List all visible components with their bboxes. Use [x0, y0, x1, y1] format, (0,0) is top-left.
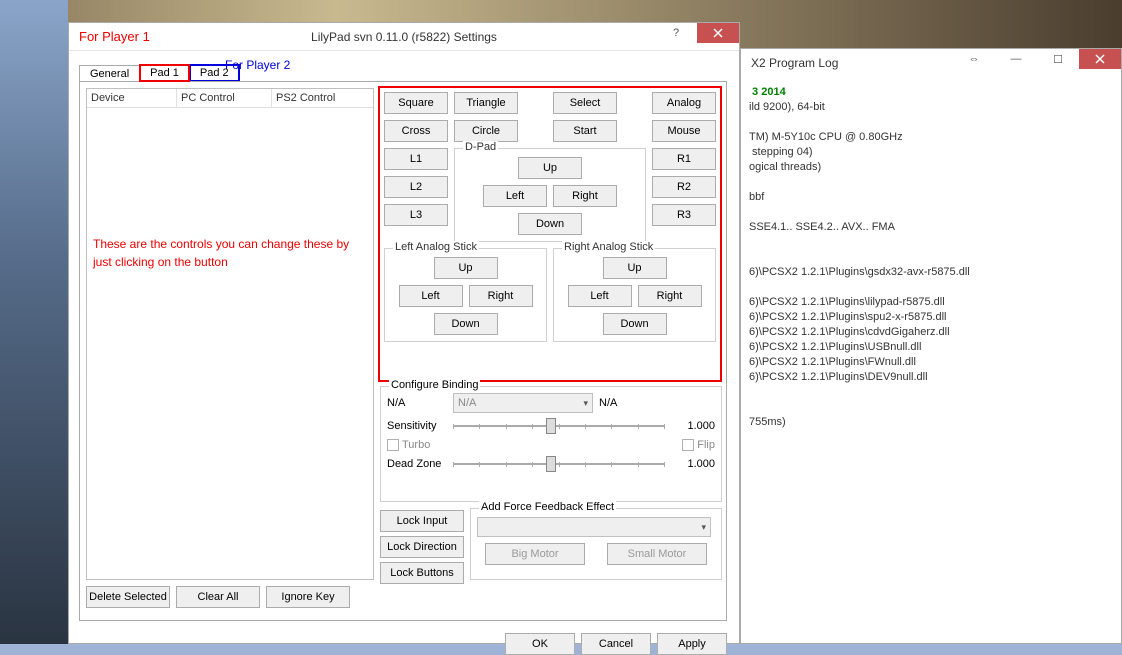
- program-log-window: X2 Program Log ⇔ — ☐ 3 2014 ild 9200), 6…: [740, 48, 1122, 644]
- lstick-left-button[interactable]: Left: [399, 285, 463, 307]
- rstick-up-button[interactable]: Up: [603, 257, 667, 279]
- ok-button[interactable]: OK: [505, 633, 575, 655]
- analog-button[interactable]: Analog: [652, 92, 716, 114]
- dpad-group: D-Pad Up Left Right Down: [454, 148, 646, 242]
- tab-pad2[interactable]: Pad 2: [189, 64, 240, 82]
- triangle-button[interactable]: Triangle: [454, 92, 518, 114]
- force-feedback-group: Add Force Feedback Effect ▾ Big Motor Sm…: [470, 508, 722, 580]
- log-date: 3 2014: [749, 86, 786, 98]
- controls-panel: Square Triangle Select Analog Cross Circ…: [378, 86, 722, 382]
- lock-input-button[interactable]: Lock Input: [380, 510, 464, 532]
- start-button[interactable]: Start: [553, 120, 617, 142]
- lstick-up-button[interactable]: Up: [434, 257, 498, 279]
- close-icon[interactable]: [1079, 49, 1121, 69]
- flip-label: Flip: [697, 439, 715, 451]
- col-device[interactable]: Device: [87, 89, 177, 107]
- apply-button[interactable]: Apply: [657, 633, 727, 655]
- circle-button[interactable]: Circle: [454, 120, 518, 142]
- configure-binding-group: Configure Binding N/A N/A ▾ N/A Sensitiv…: [380, 386, 722, 502]
- turbo-checkbox[interactable]: Turbo: [387, 439, 430, 451]
- log-body[interactable]: 3 2014 ild 9200), 64-bit TM) M-5Y10c CPU…: [741, 77, 1121, 438]
- deadzone-slider[interactable]: [453, 455, 665, 473]
- settings-title: LilyPad svn 0.11.0 (r5822) Settings: [311, 30, 497, 44]
- right-stick-label: Right Analog Stick: [562, 241, 655, 253]
- rstick-down-button[interactable]: Down: [603, 313, 667, 335]
- minimize-icon[interactable]: —: [995, 49, 1037, 69]
- dpad-up-button[interactable]: Up: [518, 157, 582, 179]
- configure-binding-label: Configure Binding: [389, 379, 480, 391]
- flip-checkbox[interactable]: Flip: [682, 439, 715, 451]
- clear-all-button[interactable]: Clear All: [176, 586, 260, 608]
- deadzone-value: 1.000: [671, 458, 715, 470]
- cancel-button[interactable]: Cancel: [581, 633, 651, 655]
- settings-window: LilyPad svn 0.11.0 (r5822) Settings ? Fo…: [68, 22, 740, 644]
- rstick-left-button[interactable]: Left: [568, 285, 632, 307]
- square-button[interactable]: Square: [384, 92, 448, 114]
- cross-button[interactable]: Cross: [384, 120, 448, 142]
- turbo-label: Turbo: [402, 439, 430, 451]
- select-button[interactable]: Select: [553, 92, 617, 114]
- lock-direction-button[interactable]: Lock Direction: [380, 536, 464, 558]
- r2-button[interactable]: R2: [652, 176, 716, 198]
- dpad-right-button[interactable]: Right: [553, 185, 617, 207]
- close-icon[interactable]: [697, 23, 739, 43]
- dpad-down-button[interactable]: Down: [518, 213, 582, 235]
- tab-pad1[interactable]: Pad 1: [139, 64, 190, 82]
- lock-buttons-button[interactable]: Lock Buttons: [380, 562, 464, 584]
- small-motor-button[interactable]: Small Motor: [607, 543, 707, 565]
- right-stick-group: Right Analog Stick Up Left Right Down: [553, 248, 716, 342]
- lstick-right-button[interactable]: Right: [469, 285, 533, 307]
- col-pc-control[interactable]: PC Control: [177, 89, 272, 107]
- log-titlebar[interactable]: X2 Program Log ⇔ — ☐: [741, 49, 1121, 77]
- chevron-down-icon: ▾: [583, 398, 588, 409]
- left-stick-group: Left Analog Stick Up Left Right Down: [384, 248, 547, 342]
- bindings-list[interactable]: Device PC Control PS2 Control: [86, 88, 374, 580]
- l1-button[interactable]: L1: [384, 148, 448, 170]
- dpad-label: D-Pad: [463, 141, 498, 153]
- col-ps2-control[interactable]: PS2 Control: [272, 89, 373, 107]
- cfg-na-right: N/A: [599, 397, 617, 409]
- help-icon[interactable]: ?: [655, 23, 697, 43]
- lstick-down-button[interactable]: Down: [434, 313, 498, 335]
- maximize-icon[interactable]: ☐: [1037, 49, 1079, 69]
- log-text: ild 9200), 64-bit TM) M-5Y10c CPU @ 0.80…: [749, 101, 970, 428]
- r3-button[interactable]: R3: [652, 204, 716, 226]
- dpad-left-button[interactable]: Left: [483, 185, 547, 207]
- big-motor-button[interactable]: Big Motor: [485, 543, 585, 565]
- sensitivity-label: Sensitivity: [387, 420, 447, 432]
- tab-general[interactable]: General: [79, 65, 140, 82]
- log-title: X2 Program Log: [751, 56, 838, 70]
- sensitivity-slider[interactable]: [453, 417, 665, 435]
- settings-titlebar[interactable]: LilyPad svn 0.11.0 (r5822) Settings ?: [69, 23, 739, 51]
- cfg-combo[interactable]: N/A ▾: [453, 393, 593, 413]
- ff-label: Add Force Feedback Effect: [479, 501, 616, 513]
- deadzone-label: Dead Zone: [387, 458, 447, 470]
- l2-button[interactable]: L2: [384, 176, 448, 198]
- ff-combo[interactable]: ▾: [477, 517, 711, 537]
- left-stick-label: Left Analog Stick: [393, 241, 479, 253]
- cfg-na-left: N/A: [387, 397, 447, 409]
- mouse-button[interactable]: Mouse: [652, 120, 716, 142]
- chevron-down-icon: ▾: [701, 522, 706, 533]
- cfg-combo-value: N/A: [458, 397, 476, 409]
- ignore-key-button[interactable]: Ignore Key: [266, 586, 350, 608]
- popout-icon[interactable]: ⇔: [953, 49, 995, 69]
- delete-selected-button[interactable]: Delete Selected: [86, 586, 170, 608]
- sensitivity-value: 1.000: [671, 420, 715, 432]
- l3-button[interactable]: L3: [384, 204, 448, 226]
- r1-button[interactable]: R1: [652, 148, 716, 170]
- rstick-right-button[interactable]: Right: [638, 285, 702, 307]
